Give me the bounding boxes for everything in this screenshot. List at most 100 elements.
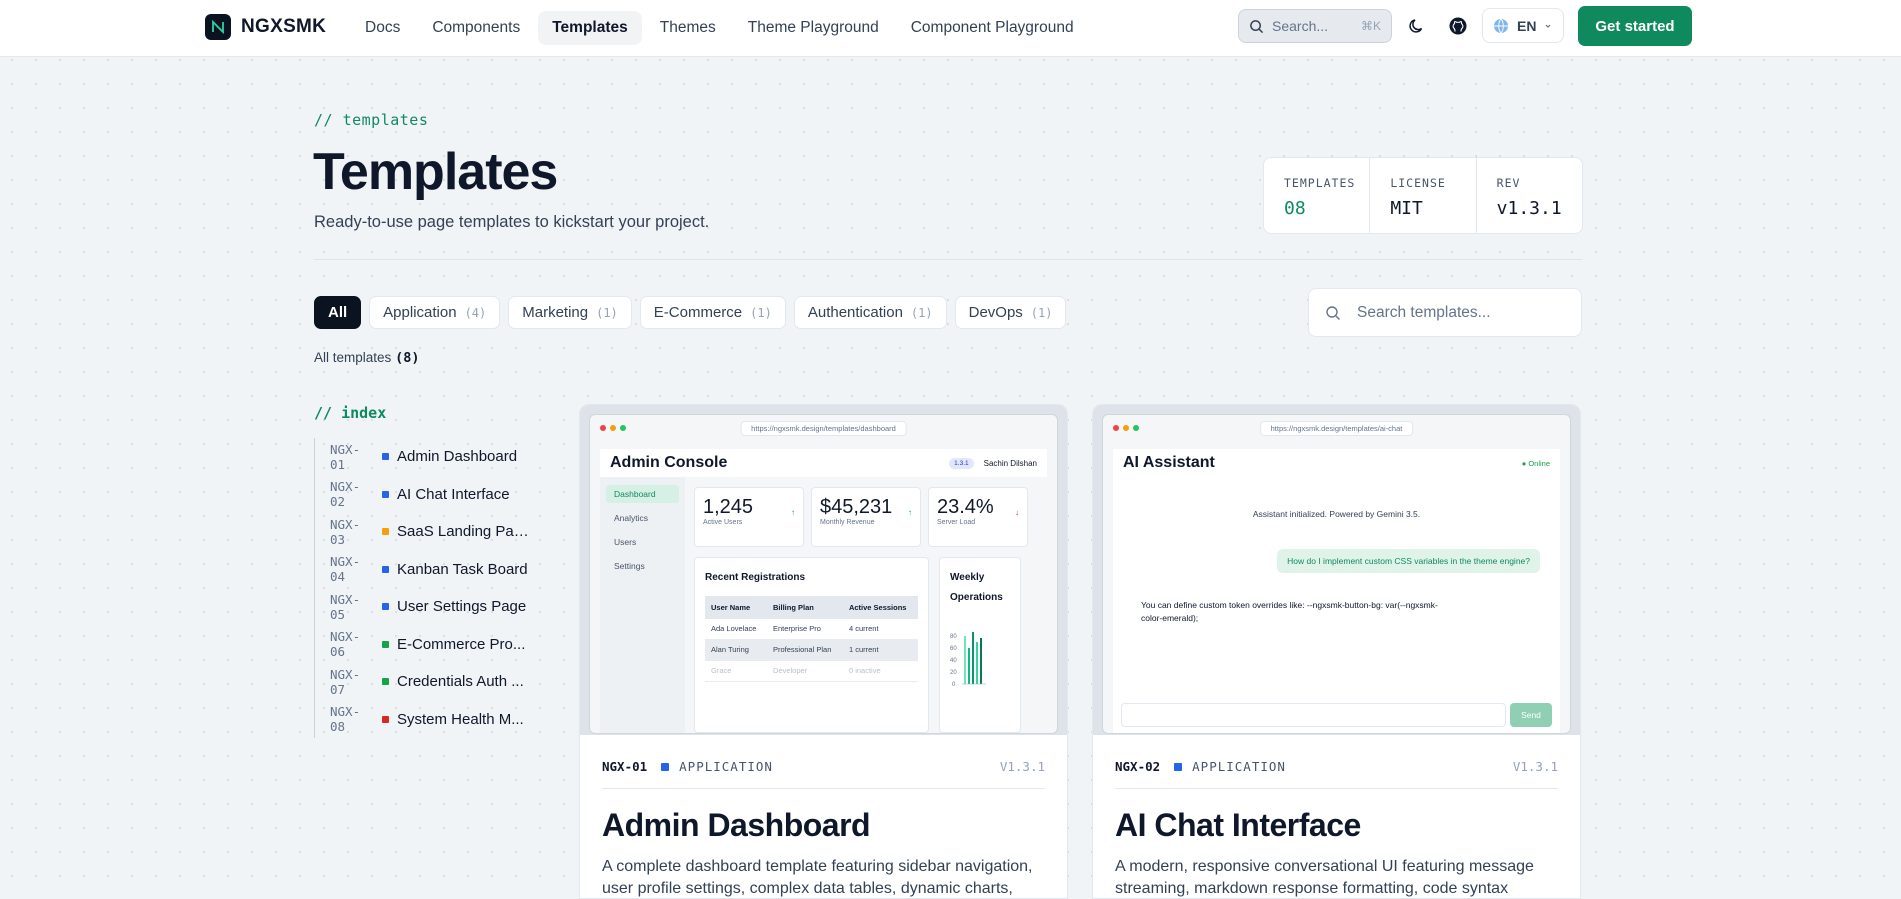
filter-label: Authentication — [807, 304, 903, 321]
meta-label: TEMPLATES — [1284, 176, 1356, 190]
card-version: V1.3.1 — [1512, 759, 1558, 774]
panel-title: Recent Registrations — [705, 572, 806, 583]
table-cell: Ada Lovelace — [705, 619, 767, 640]
filter-authentication[interactable]: Authentication (1) — [793, 296, 947, 329]
index-name: Admin Dashboard — [397, 448, 518, 466]
panel-title: Weekly Operations — [950, 572, 1003, 603]
top-navbar: NGXSMK Docs Components Templates Themes … — [0, 0, 1901, 57]
filter-label: All — [328, 304, 348, 321]
index-code: NGX-01 — [330, 441, 361, 472]
tick-label: 60 — [950, 646, 957, 652]
browser-mockup: https://ngxsmk.design/templates/ai-chat … — [1102, 414, 1571, 734]
chat-title: AI Assistant — [1123, 454, 1215, 471]
column-header: User Name — [705, 596, 767, 619]
table-header: User Name Billing Plan Active Sessions — [705, 596, 918, 619]
registrations-panel: Recent Registrations User Name Billing P… — [694, 557, 929, 733]
nav-themes[interactable]: Themes — [646, 11, 730, 45]
template-search-input[interactable] — [1357, 303, 1557, 322]
admin-nav-item: Settings — [614, 561, 645, 571]
window-dot — [1133, 425, 1139, 431]
nav-theme-playground[interactable]: Theme Playground — [734, 11, 893, 45]
filter-marketing[interactable]: Marketing (1) — [508, 296, 632, 329]
meta-value: 08 — [1284, 198, 1306, 219]
card-title: AI Chat Interface — [1115, 807, 1361, 843]
index-name: Kanban Task Board — [397, 560, 528, 578]
theme-toggle-button[interactable] — [1403, 12, 1431, 40]
meta-license: LICENSE MIT — [1370, 158, 1477, 233]
table-row: Grace Developer 0 inactive — [705, 660, 918, 682]
template-card-admin-dashboard[interactable]: https://ngxsmk.design/templates/dashboar… — [579, 404, 1068, 899]
version-badge: 1.3.1 — [949, 457, 974, 469]
filter-application[interactable]: Application (4) — [369, 296, 501, 329]
brand-logo[interactable]: NGXSMK — [205, 14, 326, 40]
trend-up-icon: ↑ — [791, 508, 795, 517]
browser-mockup: https://ngxsmk.design/templates/dashboar… — [589, 414, 1058, 734]
category-dot — [661, 762, 670, 771]
category-dot — [1174, 762, 1183, 771]
card-meta: NGX-01 APPLICATION V1.3.1 — [602, 759, 1045, 789]
chat-header: AI Assistant ● Online — [1113, 449, 1560, 477]
index-name: SaaS Landing Page — [397, 523, 529, 541]
table-cell: 0 inactive — [842, 660, 918, 682]
meta-card: TEMPLATES 08 LICENSE MIT REV v1.3.1 — [1263, 157, 1583, 234]
table-row: Ada Lovelace Enterprise Pro 4 current — [705, 619, 918, 640]
stat-value: $45,231 — [820, 496, 893, 518]
card-description: A modern, responsive conversational UI f… — [1115, 858, 1534, 897]
assistant-message: You can define custom token overrides li… — [1141, 600, 1438, 623]
page-eyebrow: // templates — [314, 111, 429, 129]
stat-value: 1,245 — [703, 496, 754, 518]
tick-label: 40 — [950, 658, 957, 664]
stat-card: $45,231 Monthly Revenue ↑ — [811, 487, 921, 547]
index-item[interactable]: NGX-06 E-Commerce Pro... — [315, 626, 534, 664]
nav-docs[interactable]: Docs — [351, 11, 414, 45]
header-divider — [314, 259, 1582, 260]
meta-rev: REV v1.3.1 — [1477, 158, 1582, 233]
global-search-button[interactable]: Search... ⌘K — [1238, 9, 1392, 43]
stat-value: 23.4% — [937, 496, 994, 518]
index-item[interactable]: NGX-07 Credentials Auth ... — [315, 663, 534, 701]
search-shortcut: ⌘K — [1360, 19, 1381, 33]
nav-component-playground[interactable]: Component Playground — [897, 11, 1088, 45]
index-item[interactable]: NGX-05 User Settings Page — [315, 588, 534, 626]
trend-down-icon: ↓ — [1015, 508, 1019, 517]
index-item[interactable]: NGX-01 Admin Dashboard — [315, 438, 534, 476]
github-button[interactable] — [1444, 12, 1472, 40]
filter-count: (1) — [596, 305, 618, 320]
card-preview: https://ngxsmk.design/templates/dashboar… — [580, 405, 1067, 735]
get-started-button[interactable]: Get started — [1578, 6, 1692, 46]
template-card-ai-chat[interactable]: https://ngxsmk.design/templates/ai-chat … — [1092, 404, 1581, 899]
tick-label: 80 — [950, 634, 957, 640]
table-cell: Alan Turing — [705, 639, 767, 661]
index-item[interactable]: NGX-03 SaaS Landing Page — [315, 513, 534, 551]
nav-templates[interactable]: Templates — [538, 11, 642, 45]
table-cell: Developer — [767, 660, 843, 682]
language-select[interactable]: EN — [1482, 8, 1564, 43]
nav-components[interactable]: Components — [418, 11, 534, 45]
filter-all[interactable]: All — [314, 296, 362, 329]
index-item[interactable]: NGX-08 System Health M... — [315, 701, 534, 739]
card-code: NGX-02 — [1115, 759, 1161, 774]
index-name: User Settings Page — [397, 598, 527, 616]
card-body: NGX-02 APPLICATION V1.3.1 AI Chat Interf… — [1093, 735, 1580, 898]
stat-label: Active Users — [703, 519, 743, 526]
results-count-label: All templates — [314, 350, 392, 365]
chevron-down-icon — [1546, 24, 1551, 28]
admin-main: 1,245 Active Users ↑ $45,231 Monthly Rev… — [694, 487, 1047, 733]
index-item[interactable]: NGX-04 Kanban Task Board — [315, 551, 534, 589]
stat-label: Server Load — [937, 519, 976, 526]
card-description: A complete dashboard template featuring … — [602, 858, 1033, 897]
filter-devops[interactable]: DevOps (1) — [954, 296, 1067, 329]
index-code: NGX-02 — [330, 479, 361, 510]
browser-bar: https://ngxsmk.design/templates/dashboar… — [590, 415, 1057, 441]
search-label: Search... — [1272, 18, 1329, 34]
filter-e-commerce[interactable]: E-Commerce (1) — [639, 296, 786, 329]
card-version: V1.3.1 — [999, 759, 1045, 774]
table-row: Alan Turing Professional Plan 1 current — [705, 639, 918, 661]
filter-count: (1) — [750, 305, 772, 320]
github-icon — [1449, 17, 1467, 35]
table-cell: Enterprise Pro — [767, 619, 843, 640]
table-cell: 1 current — [842, 639, 918, 661]
brand-name: NGXSMK — [241, 16, 327, 37]
filter-label: DevOps — [968, 304, 1023, 321]
index-item[interactable]: NGX-02 AI Chat Interface — [315, 476, 534, 514]
